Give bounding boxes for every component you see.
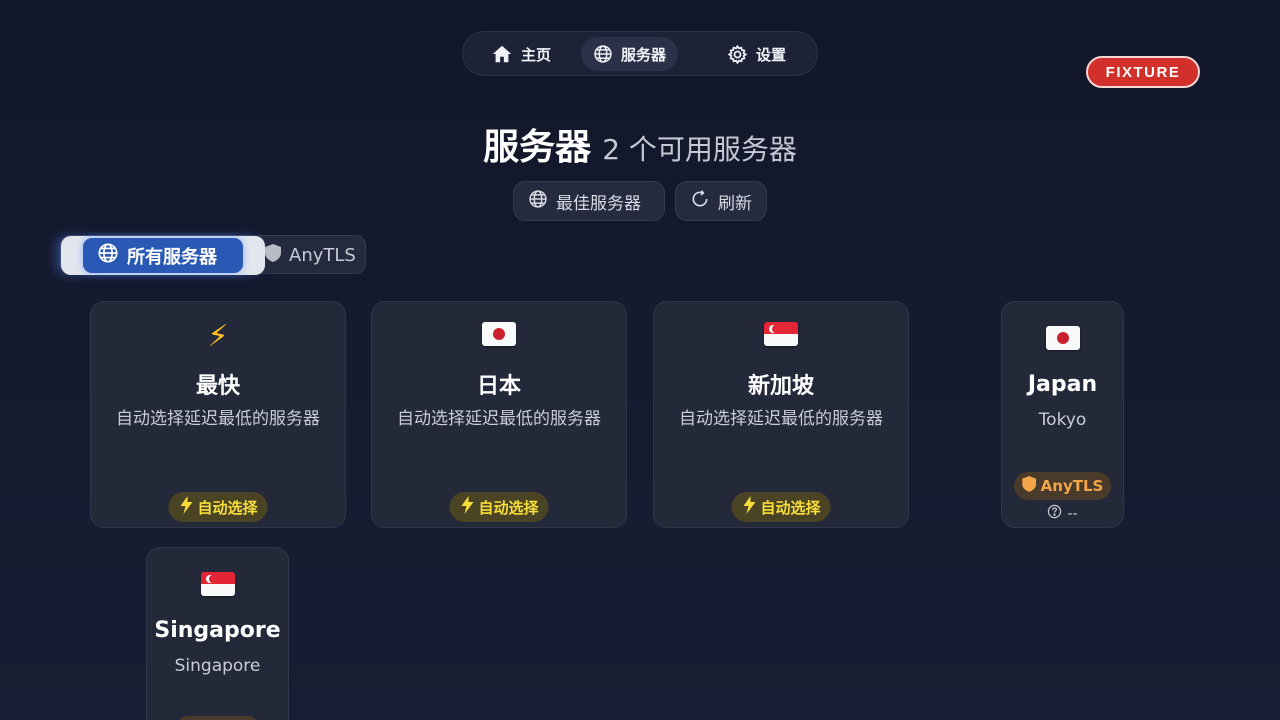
group-description: 自动选择延迟最低的服务器 <box>116 409 320 429</box>
best-server-label: 最佳服务器 <box>556 193 641 214</box>
auto-select-label: 自动选择 <box>197 498 258 517</box>
auto-icon <box>741 496 757 518</box>
protocol-badge: AnyTLS <box>1013 472 1112 500</box>
nav-item-home[interactable]: 主页 <box>479 37 563 71</box>
node-location: Singapore <box>174 656 261 676</box>
japan-flag-icon <box>372 320 626 354</box>
auto-select-label: 自动选择 <box>760 498 821 517</box>
refresh-button[interactable]: 刷新 <box>675 181 767 221</box>
nav-item-label: 主页 <box>521 45 552 64</box>
protocol-badge <box>177 716 258 720</box>
filter-chip-all[interactable]: 所有服务器 <box>83 238 243 273</box>
filter-bar: 所有服务器 AnyTLS <box>60 235 366 275</box>
server-count: 2 个可用服务器 <box>602 133 797 166</box>
globe-icon <box>593 44 613 64</box>
auto-select-badge: 自动选择 <box>168 492 268 522</box>
nav-item-label: 服务器 <box>621 45 667 64</box>
home-icon <box>491 43 513 65</box>
globe-icon <box>528 189 548 214</box>
globe-icon <box>97 242 119 269</box>
refresh-icon <box>690 189 710 214</box>
filter-chip-label: AnyTLS <box>289 245 356 266</box>
auto-select-badge: 自动选择 <box>731 492 831 522</box>
nav-item-label: 设置 <box>756 45 787 64</box>
refresh-label: 刷新 <box>718 193 752 214</box>
protocol-label: AnyTLS <box>1040 477 1104 495</box>
singapore-flag-icon <box>654 320 908 354</box>
auto-select-label: 自动选择 <box>478 498 539 517</box>
node-card-japan[interactable]: Japan Tokyo AnyTLS -- <box>1001 301 1124 528</box>
auto-icon <box>178 496 194 518</box>
question-circle-icon <box>1047 504 1062 523</box>
group-description: 自动选择延迟最低的服务器 <box>679 409 883 429</box>
group-card-singapore[interactable]: 新加坡 自动选择延迟最低的服务器 自动选择 <box>653 301 909 528</box>
group-description: 自动选择延迟最低的服务器 <box>397 409 601 429</box>
top-nav: 主页 服务器 设置 <box>462 31 818 76</box>
japan-flag-icon <box>1002 324 1123 358</box>
page-heading: 服务器 2 个可用服务器 <box>0 118 1280 170</box>
group-name: 最快 <box>195 374 240 399</box>
node-name: Japan <box>1027 372 1098 397</box>
latency-value: -- <box>1067 505 1078 522</box>
group-card-fastest[interactable]: ⚡ 最快 自动选择延迟最低的服务器 自动选择 <box>90 301 346 528</box>
filter-chip-anytls[interactable]: AnyTLS <box>265 236 356 275</box>
shield-icon <box>1021 476 1036 496</box>
shield-icon <box>265 244 281 267</box>
singapore-flag-icon <box>147 570 288 604</box>
fixture-badge: FIXTURE <box>1086 56 1200 88</box>
nav-item-servers[interactable]: 服务器 <box>581 37 679 71</box>
auto-icon <box>459 496 475 518</box>
node-location: Tokyo <box>1038 410 1087 430</box>
latency-readout: -- <box>1002 504 1123 523</box>
group-name: 新加坡 <box>747 374 814 399</box>
lightning-icon: ⚡ <box>207 319 229 354</box>
node-name: Singapore <box>154 618 281 643</box>
group-name: 日本 <box>476 374 521 399</box>
nav-item-settings[interactable]: 设置 <box>715 37 798 71</box>
gear-icon <box>727 44 748 65</box>
group-card-japan[interactable]: 日本 自动选择延迟最低的服务器 自动选择 <box>371 301 627 528</box>
auto-select-badge: 自动选择 <box>449 492 549 522</box>
best-server-button[interactable]: 最佳服务器 <box>513 181 665 221</box>
filter-chip-label: 所有服务器 <box>127 246 217 268</box>
node-card-singapore[interactable]: Singapore Singapore <box>146 547 289 720</box>
page-title: 服务器 <box>483 127 592 168</box>
